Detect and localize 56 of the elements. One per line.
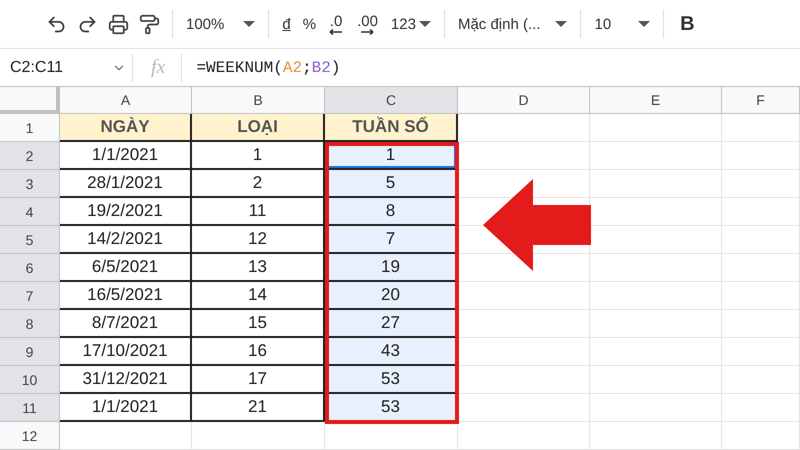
table-cell: 14 bbox=[192, 282, 325, 310]
name-box[interactable]: C2:C11 bbox=[0, 49, 132, 86]
table-cell: 1/1/2021 bbox=[60, 142, 192, 170]
formula-input[interactable]: =WEEKNUM(A2;B2) bbox=[182, 58, 340, 77]
row-header[interactable]: 8 bbox=[0, 310, 60, 338]
bold-button[interactable]: B bbox=[672, 8, 703, 40]
table-cell: 19/2/2021 bbox=[60, 198, 192, 226]
row-header[interactable]: 1 bbox=[0, 114, 60, 142]
row-header[interactable]: 4 bbox=[0, 198, 60, 226]
table-cell: 1 bbox=[192, 142, 325, 170]
row-header[interactable]: 6 bbox=[0, 254, 60, 282]
header-cell: TUẦN SỐ bbox=[325, 114, 458, 142]
row-header[interactable]: 11 bbox=[0, 394, 60, 422]
table-cell: 16 bbox=[192, 338, 325, 366]
table-cell: 12 bbox=[192, 226, 325, 254]
column-header[interactable]: F bbox=[722, 87, 800, 114]
currency-button[interactable]: đ bbox=[277, 12, 296, 37]
column-header[interactable]: E bbox=[590, 87, 722, 114]
left-arrow-icon bbox=[329, 28, 344, 35]
decrease-decimals-button[interactable]: .0 bbox=[323, 12, 350, 37]
right-arrow-icon bbox=[360, 28, 374, 35]
table-cell: 28/1/2021 bbox=[60, 170, 192, 198]
font-size-dropdown[interactable]: 10 bbox=[589, 12, 656, 37]
column-header[interactable]: D bbox=[458, 87, 590, 114]
table-cell: 6/5/2021 bbox=[60, 254, 192, 282]
increase-decimals-button[interactable]: .00 bbox=[351, 12, 384, 37]
left-arrow-icon bbox=[483, 179, 591, 271]
header-cell: NGÀY bbox=[60, 114, 192, 142]
row-header[interactable]: 7 bbox=[0, 282, 60, 310]
table-cell: 14/2/2021 bbox=[60, 226, 192, 254]
table-cell: 1/1/2021 bbox=[60, 394, 192, 422]
row-header[interactable]: 3 bbox=[0, 170, 60, 198]
table-cell: 13 bbox=[192, 254, 325, 282]
table-cell: 11 bbox=[192, 198, 325, 226]
font-dropdown[interactable]: Mặc định (... bbox=[452, 12, 572, 37]
column-header[interactable]: B bbox=[192, 87, 325, 114]
row-header[interactable]: 10 bbox=[0, 366, 60, 394]
header-cell: LOẠI bbox=[192, 114, 325, 142]
table-cell: 21 bbox=[192, 394, 325, 422]
percent-button[interactable]: % bbox=[298, 12, 322, 37]
column-header[interactable]: C bbox=[325, 87, 458, 114]
table-cell: 15 bbox=[192, 310, 325, 338]
row-header[interactable]: 5 bbox=[0, 226, 60, 254]
table-cell: 31/12/2021 bbox=[60, 366, 192, 394]
row-header[interactable]: 2 bbox=[0, 142, 60, 170]
table-cell: 16/5/2021 bbox=[60, 282, 192, 310]
row-header[interactable]: 9 bbox=[0, 338, 60, 366]
row-header[interactable]: 12 bbox=[0, 422, 60, 450]
table-cell: 17/10/2021 bbox=[60, 338, 192, 366]
function-label: fx bbox=[151, 56, 166, 80]
table-cell: 17 bbox=[192, 366, 325, 394]
table-cell: 2 bbox=[192, 170, 325, 198]
column-header[interactable]: A bbox=[60, 87, 192, 114]
zoom-dropdown[interactable]: 100% bbox=[181, 12, 260, 37]
table-cell: 8/7/2021 bbox=[60, 310, 192, 338]
more-formats-dropdown[interactable]: 123 bbox=[386, 12, 436, 37]
